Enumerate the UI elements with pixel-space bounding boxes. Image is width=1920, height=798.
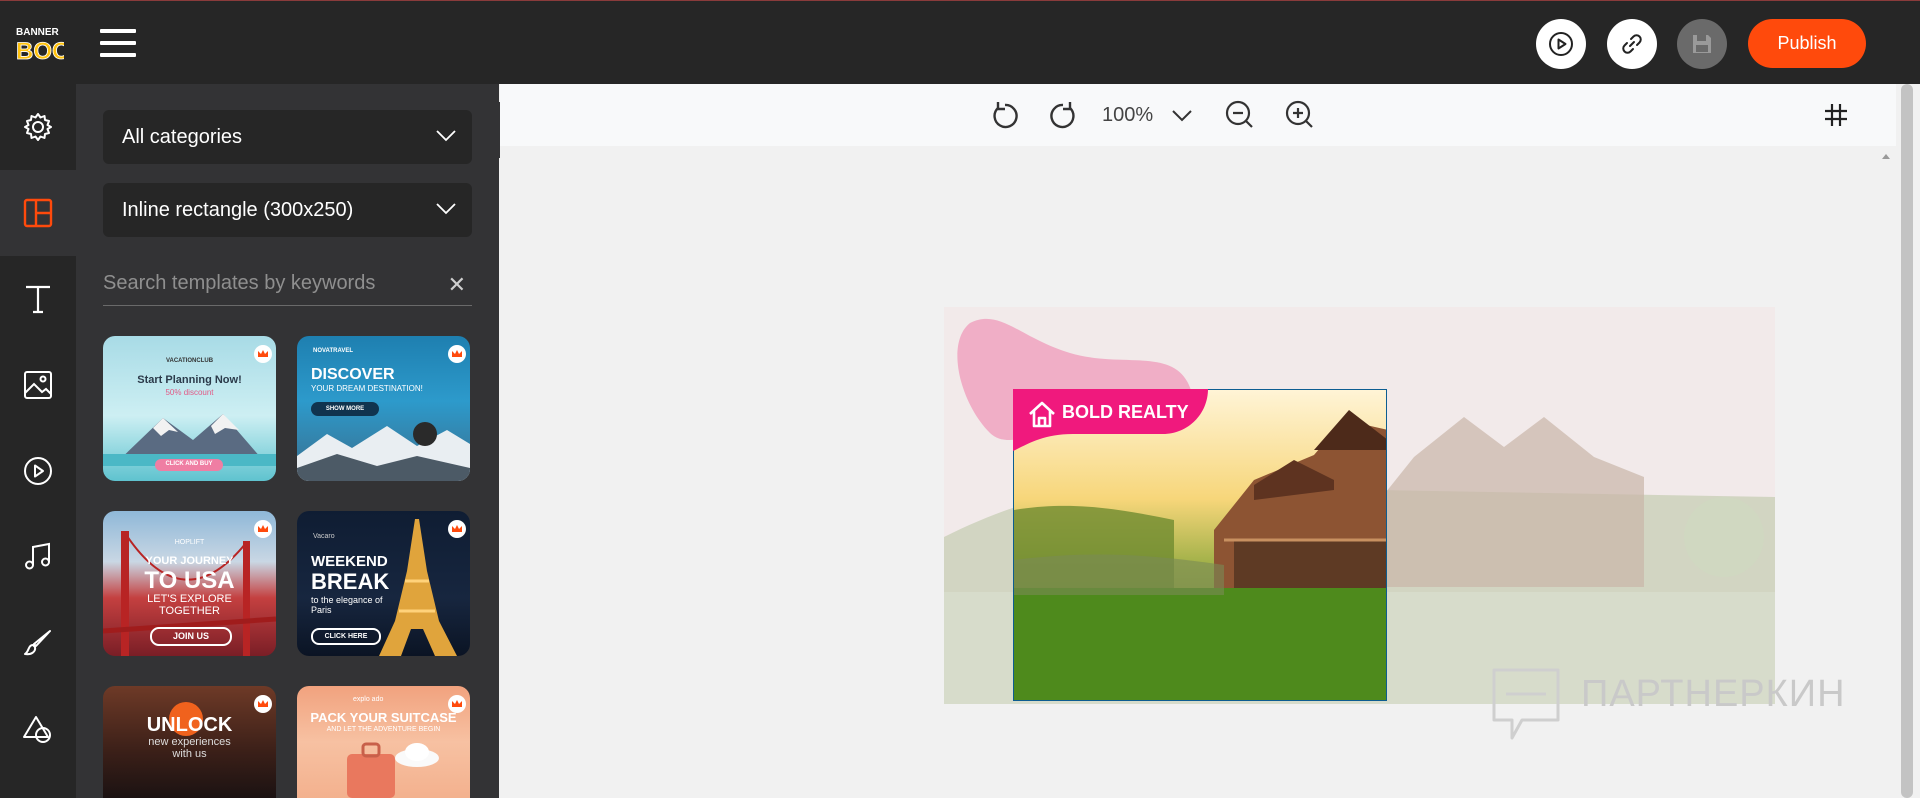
template-thumbnail[interactable]: Vacaro WEEKEND BREAK to the elegance of …: [297, 511, 470, 656]
save-button[interactable]: [1677, 19, 1727, 69]
top-bar: BANNER BOO Publish: [0, 0, 1920, 84]
template-subtitle: YOUR DREAM DESTINATION!: [311, 384, 423, 393]
grid-hash-icon: [1825, 104, 1847, 126]
gear-icon: [24, 113, 52, 141]
image-icon: [24, 371, 52, 399]
clear-search-icon[interactable]: ✕: [448, 272, 466, 298]
house-icon: [1029, 401, 1055, 428]
watermark-text: ПАРТНЕРКИН: [1581, 673, 1846, 715]
template-thumbnail[interactable]: NOVATRAVEL DISCOVER YOUR DREAM DESTINATI…: [297, 336, 470, 481]
mountain-illustration: [103, 414, 276, 466]
template-subtitle: AND LET THE ADVENTURE BEGIN: [326, 726, 441, 733]
zoom-level[interactable]: 100%: [1102, 104, 1153, 127]
music-note-icon: [25, 542, 50, 570]
zoom-dropdown[interactable]: [1164, 97, 1200, 133]
zoom-out-button[interactable]: [1222, 97, 1258, 133]
premium-crown-icon: [448, 520, 466, 538]
sidebar-item-images[interactable]: [0, 342, 76, 428]
layout-template-icon: [23, 198, 53, 228]
template-search: ✕: [103, 262, 472, 306]
bannerboo-logo[interactable]: BANNER BOO: [14, 23, 71, 65]
size-select[interactable]: Inline rectangle (300x250): [103, 183, 472, 237]
templates-panel: All categories Inline rectangle (300x250…: [76, 84, 499, 798]
template-thumbnail[interactable]: explo ado PACK YOUR SUITCASE AND LET THE…: [297, 686, 470, 798]
template-cta: JOIN US: [150, 627, 232, 646]
share-link-button[interactable]: [1607, 19, 1657, 69]
mountain-illustration: [297, 422, 470, 481]
premium-crown-icon: [254, 345, 272, 363]
sidebar-item-text[interactable]: [0, 256, 76, 342]
paint-brush-icon: [24, 630, 51, 656]
template-cta: CLICK HERE: [311, 628, 381, 645]
zoom-out-icon: [1225, 100, 1253, 128]
template-brand: HOPLIFT: [174, 539, 205, 546]
size-select-value: Inline rectangle (300x250): [122, 198, 354, 221]
template-subtitle: 50% discount: [165, 388, 214, 397]
chevron-down-icon: [436, 130, 456, 142]
left-sidebar: [0, 84, 76, 798]
template-brand: NOVATRAVEL: [313, 348, 353, 354]
redo-button[interactable]: [1045, 97, 1081, 133]
link-icon: [1622, 34, 1642, 54]
template-title: DISCOVER: [311, 366, 395, 383]
template-title: PACK YOUR SUITCASE: [310, 710, 457, 725]
svg-text:BANNER: BANNER: [16, 27, 60, 38]
template-brand: Vacaro: [313, 533, 335, 540]
banner-brand-text: BOLD REALTY: [1062, 402, 1189, 422]
category-select[interactable]: All categories: [103, 110, 472, 164]
premium-crown-icon: [254, 695, 272, 713]
premium-crown-icon: [448, 695, 466, 713]
publish-button[interactable]: Publish: [1748, 19, 1866, 68]
template-title-small: WEEKEND: [311, 553, 388, 570]
search-input[interactable]: [103, 268, 433, 298]
template-brand: explo ado: [353, 696, 384, 703]
redo-icon: [1050, 102, 1075, 129]
sidebar-item-audio[interactable]: [0, 514, 76, 600]
shapes-icon: [23, 716, 51, 743]
play-circle-icon: [1549, 32, 1573, 56]
sidebar-item-brush[interactable]: [0, 600, 76, 686]
zoom-in-button[interactable]: [1282, 97, 1318, 133]
play-circle-icon: [24, 457, 52, 485]
template-brand: VACATIONCLUB: [165, 358, 214, 364]
template-thumbnail[interactable]: VACATIONCLUB Start Planning Now! 50% dis…: [103, 336, 276, 481]
sidebar-item-settings[interactable]: [0, 84, 76, 170]
canvas-toolbar: 100%: [500, 84, 1896, 146]
template-thumbnail[interactable]: UNLOCK new experiences with us: [103, 686, 276, 798]
svg-text:BOO: BOO: [16, 38, 64, 63]
text-icon: [26, 285, 50, 314]
template-subtitle: LET'S EXPLORE TOGETHER: [147, 593, 232, 617]
template-title: UNLOCK: [146, 714, 233, 736]
template-title-small: YOUR JOURNEY: [145, 555, 234, 567]
template-cta: SHOW MORE: [311, 402, 379, 416]
floppy-disk-icon: [1693, 35, 1711, 53]
template-cta: CLICK AND BUY: [155, 459, 223, 471]
menu-icon[interactable]: [100, 29, 136, 59]
chevron-down-icon: [1172, 110, 1192, 122]
watermark-chat-icon: [1492, 668, 1560, 740]
premium-crown-icon: [254, 520, 272, 538]
sidebar-item-video[interactable]: [0, 428, 76, 514]
premium-crown-icon: [448, 345, 466, 363]
undo-button[interactable]: [987, 97, 1023, 133]
preview-button[interactable]: [1536, 19, 1586, 69]
template-title: TO USA: [144, 567, 235, 594]
sidebar-item-templates[interactable]: [0, 170, 76, 256]
template-subtitle: to the elegance of Paris: [311, 595, 383, 615]
template-title: BREAK: [311, 569, 390, 594]
scroll-up-arrow-icon[interactable]: [1881, 152, 1891, 160]
suitcase-illustration: [347, 742, 439, 798]
template-title: Start Planning Now!: [137, 374, 242, 386]
category-select-value: All categories: [122, 125, 243, 148]
undo-icon: [993, 102, 1018, 129]
sidebar-item-shapes[interactable]: [0, 686, 76, 772]
template-thumbnail[interactable]: HOPLIFT YOUR JOURNEY TO USA LET'S EXPLOR…: [103, 511, 276, 656]
zoom-in-icon: [1285, 100, 1313, 128]
template-subtitle: new experiences with us: [148, 736, 231, 760]
chevron-down-icon: [436, 203, 456, 215]
grid-toggle-button[interactable]: [1818, 97, 1854, 133]
scrollbar-thumb[interactable]: [1901, 84, 1913, 798]
